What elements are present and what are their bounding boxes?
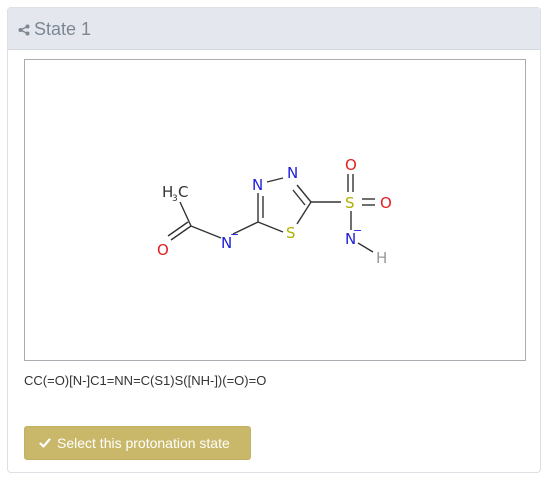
atom-sulfonyl-o-top: O — [345, 156, 357, 174]
atom-ring-s: S — [286, 224, 296, 242]
bond-carbonyl-o-2 — [167, 221, 189, 237]
atom-ring-n2: N — [287, 164, 298, 182]
bond-ring-s-c2 — [257, 221, 284, 233]
atom-methyl-c: C — [178, 183, 188, 201]
bond-n-h — [357, 242, 374, 253]
bond-carbonyl-o-1 — [170, 225, 192, 241]
panel-title: State 1 — [18, 19, 91, 40]
atom-sulfonyl-s: S — [345, 194, 355, 212]
protonation-state-panel: State 1 H 3 C O N − N N S S O O N − H CC… — [7, 7, 541, 473]
bond-ring-c5-s — [296, 201, 312, 225]
atom-sulfonamide-n-charge: − — [353, 224, 362, 237]
atom-labels: H 3 C O N − N N S S O O N − H — [157, 156, 392, 267]
molecule-structure: H 3 C O N − N N S S O O N − H — [157, 156, 392, 267]
atom-sulfonyl-o-right: O — [380, 194, 392, 212]
smiles-string: CC(=O)[N-]C1=NN=C(S1)S([NH-])(=O)=O — [24, 373, 267, 388]
atom-carbonyl-o: O — [157, 241, 169, 259]
bond-ring-n3-n4 — [266, 177, 284, 183]
atom-methyl-sub: 3 — [172, 194, 178, 204]
panel-header: State 1 — [8, 8, 540, 50]
bond-carbonyl-n — [190, 225, 222, 239]
select-button-label: Select this protonation state — [57, 435, 230, 451]
bond-ring-n4-c5 — [296, 184, 312, 203]
atom-sulfonamide-h: H — [376, 249, 387, 267]
share-icon — [18, 24, 30, 35]
bond-methyl-carbonyl — [179, 201, 192, 227]
atom-ring-n1: N — [252, 176, 263, 194]
molecule-viewer[interactable]: H 3 C O N − N N S S O O N − H — [24, 59, 526, 361]
check-icon — [39, 438, 51, 448]
select-protonation-state-button[interactable]: Select this protonation state — [24, 426, 251, 460]
panel-title-text: State 1 — [34, 19, 92, 39]
atom-amide-n-charge: − — [230, 228, 239, 241]
bonds — [167, 174, 375, 253]
